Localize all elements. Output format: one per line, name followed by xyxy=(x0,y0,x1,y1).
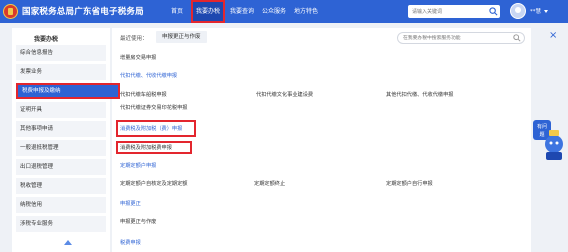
service-search xyxy=(397,32,525,44)
tax-bureau-logo-icon xyxy=(3,4,18,19)
link-culture-fee[interactable]: 代扣代缴文化事业建设费 xyxy=(256,91,313,98)
section-title-correction: 申报更正 xyxy=(120,201,141,207)
sidebar-title: 我要办税 xyxy=(34,36,59,43)
nav-home[interactable]: 首页 xyxy=(163,0,191,23)
sidebar-item-refund[interactable]: 一般退抵税管理 xyxy=(16,140,106,156)
avatar-icon[interactable] xyxy=(510,3,526,19)
scroll-up-icon[interactable] xyxy=(64,240,72,245)
section-title-consumption[interactable]: 消费税及附加税（费）申报 xyxy=(120,125,182,132)
sidebar-item-professional-service[interactable]: 涉税专业服务 xyxy=(16,216,106,232)
search-icon[interactable] xyxy=(489,7,498,16)
link-securities-stamp[interactable]: 代扣代缴证券交易印花税申报 xyxy=(120,104,187,111)
link-other-proxy[interactable]: 其他代扣代缴、代收代缴申报 xyxy=(386,91,453,98)
recent-label: 最近使用： xyxy=(120,36,148,42)
header-search-input[interactable] xyxy=(408,5,486,18)
sidebar-item-export-refund[interactable]: 出口退税管理 xyxy=(16,159,106,175)
sidebar-item-tax-management[interactable]: 税收管理 xyxy=(16,178,106,194)
main-panel: 最近使用： 申报更正与作废 增量房交易申报 代扣代缴、代收代缴申报 代扣代缴车船… xyxy=(112,28,531,252)
sidebar-item-invoice[interactable]: 发票业务 xyxy=(16,64,106,80)
sidebar-item-credit[interactable]: 纳税信用 xyxy=(16,197,106,213)
service-search-input[interactable] xyxy=(398,33,510,43)
nav-query[interactable]: 我要查询 xyxy=(226,0,258,23)
top-header: 国家税务总局广东省电子税务局 首页 我要办税 我要查询 公众服务 地方特色 **… xyxy=(0,0,568,23)
header-search xyxy=(408,5,500,18)
sidebar-item-tax-declaration[interactable]: 税费申报及缴纳 xyxy=(16,83,120,99)
recent-item-correction[interactable]: 申报更正与作废 xyxy=(156,31,207,43)
chevron-down-icon[interactable] xyxy=(544,10,548,13)
link-vehicle-tax[interactable]: 代扣代缴车船税申报 xyxy=(120,91,167,98)
sidebar-item-info-report[interactable]: 综合信息报告 xyxy=(16,45,106,61)
nav-local-features[interactable]: 地方特色 xyxy=(290,0,322,23)
section-title-fixed: 定期定额户申报 xyxy=(120,163,157,169)
link-correction-void[interactable]: 申报更正与作废 xyxy=(120,218,156,225)
assistant-robot-icon[interactable]: 有问 题 xyxy=(532,118,565,162)
section-title-more: 税费申报 xyxy=(120,240,141,246)
sidebar-item-certificate[interactable]: 证明开具 xyxy=(16,102,106,118)
search-icon[interactable] xyxy=(513,34,521,42)
svg-text:题: 题 xyxy=(539,132,544,138)
nav-public-service[interactable]: 公众服务 xyxy=(258,0,290,23)
section-title-proxy: 代扣代缴、代收代缴申报 xyxy=(120,73,178,79)
link-fixed-verify[interactable]: 定期定额户自核定及定期定额 xyxy=(120,180,187,187)
link-housing-transaction[interactable]: 增量房交易申报 xyxy=(120,54,156,61)
close-icon[interactable]: × xyxy=(549,31,557,41)
site-title: 国家税务总局广东省电子税务局 xyxy=(22,7,144,17)
svg-text:有问: 有问 xyxy=(537,123,547,130)
sidebar: 我要办税 综合信息报告 发票业务 税费申报及缴纳 证明开具 其他事项申请 一般退… xyxy=(12,28,120,252)
nav-tax-handling[interactable]: 我要办税 xyxy=(191,0,225,23)
username[interactable]: **慧 xyxy=(530,7,541,15)
link-fixed-terminate[interactable]: 定期定额终止 xyxy=(254,180,285,187)
link-fixed-self-declare[interactable]: 定期定额户自行申报 xyxy=(386,180,433,187)
link-consumption-declaration[interactable]: 消费税及附加税费申报 xyxy=(120,144,172,151)
sidebar-item-other-application[interactable]: 其他事项申请 xyxy=(16,121,106,137)
